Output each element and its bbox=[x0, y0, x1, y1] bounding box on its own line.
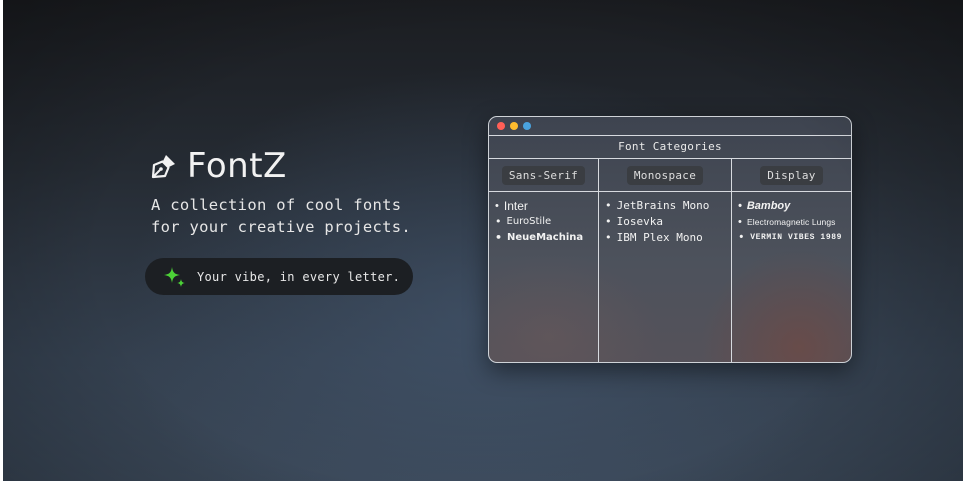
column-header-display: Display bbox=[760, 165, 823, 185]
bottom-edge bbox=[0, 481, 966, 486]
tagline: A collection of cool fonts for your crea… bbox=[151, 194, 411, 238]
column-sans-serif: Sans-Serif Inter EuroStile NeueMachina bbox=[489, 159, 598, 362]
column-header-monospace: Monospace bbox=[626, 165, 704, 185]
brand-title: FontZ bbox=[187, 146, 287, 186]
vibe-pill: Your vibe, in every letter. bbox=[145, 258, 413, 295]
font-categories-window: Font Categories Sans-Serif Inter EuroSti… bbox=[488, 116, 852, 363]
vibe-text: Your vibe, in every letter. bbox=[197, 269, 401, 284]
window-title: Font Categories bbox=[489, 136, 851, 159]
column-monospace: Monospace JetBrains Mono Iosevka IBM Ple… bbox=[598, 159, 731, 362]
font-item-iosevka: Iosevka bbox=[605, 214, 731, 230]
font-columns: Sans-Serif Inter EuroStile NeueMachina M… bbox=[489, 159, 851, 362]
display-list: Bamboy Electromagnetic Lungs VERMIN VIBE… bbox=[732, 192, 851, 246]
column-header-sans-serif: Sans-Serif bbox=[501, 165, 586, 185]
sans-serif-list: Inter EuroStile NeueMachina bbox=[489, 192, 598, 246]
tagline-line-2: for your creative projects. bbox=[151, 218, 412, 236]
minimize-window-button[interactable] bbox=[510, 122, 518, 130]
font-item-eurostile: EuroStile bbox=[495, 214, 598, 230]
monospace-list: JetBrains Mono Iosevka IBM Plex Mono bbox=[599, 192, 731, 246]
window-title-bar bbox=[489, 117, 851, 136]
font-item-vermin-vibes: VERMIN VIBES 1989 bbox=[738, 230, 851, 246]
font-item-ibm-plex-mono: IBM Plex Mono bbox=[605, 230, 731, 246]
tagline-line-1: A collection of cool fonts bbox=[151, 196, 402, 214]
sparkle-icon bbox=[163, 265, 187, 289]
close-window-button[interactable] bbox=[497, 122, 505, 130]
column-display: Display Bamboy Electromagnetic Lungs VER… bbox=[731, 159, 851, 362]
font-item-neuemachina: NeueMachina bbox=[495, 230, 598, 246]
font-item-inter: Inter bbox=[495, 198, 598, 214]
font-item-electromagnetic-lungs: Electromagnetic Lungs bbox=[738, 214, 851, 230]
font-item-bamboy: Bamboy bbox=[738, 198, 851, 214]
font-item-jetbrains-mono: JetBrains Mono bbox=[605, 198, 731, 214]
brand: FontZ bbox=[149, 146, 287, 186]
pen-nib-icon bbox=[149, 151, 179, 181]
zoom-window-button[interactable] bbox=[523, 122, 531, 130]
hero-background: FontZ A collection of cool fonts for you… bbox=[3, 0, 963, 481]
